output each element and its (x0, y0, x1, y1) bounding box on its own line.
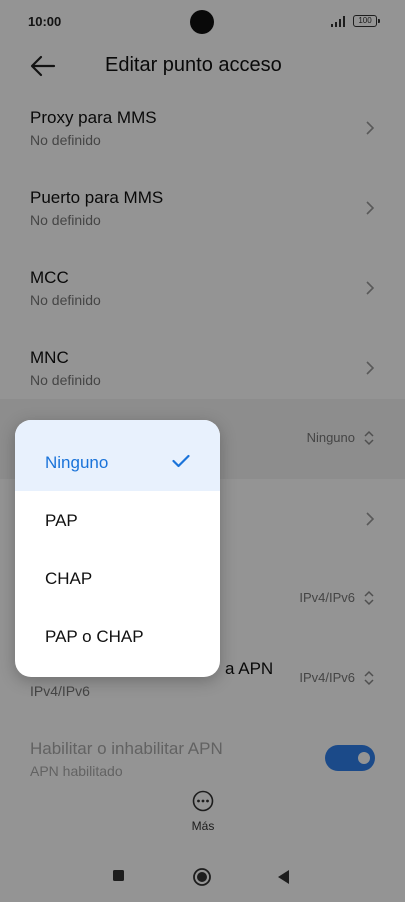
option-pap-o-chap[interactable]: PAP o CHAP (15, 607, 220, 665)
option-label: CHAP (45, 569, 93, 588)
option-label: PAP o CHAP (45, 627, 144, 646)
option-chap[interactable]: CHAP (15, 549, 220, 607)
option-label: PAP (45, 511, 78, 530)
option-pap[interactable]: PAP (15, 491, 220, 549)
checkmark-icon (172, 454, 190, 468)
auth-type-popup: Ninguno PAP CHAP PAP o CHAP (15, 420, 220, 677)
option-ninguno[interactable]: Ninguno (15, 420, 220, 491)
option-label: Ninguno (45, 453, 109, 472)
